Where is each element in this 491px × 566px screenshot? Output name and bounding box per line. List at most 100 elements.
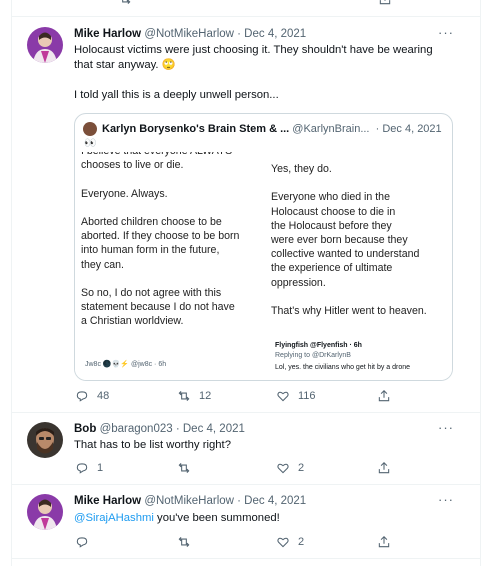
screenshot-text-line: they can. — [81, 258, 124, 271]
quoted-date[interactable]: · Dec 4, 2021 — [376, 123, 442, 135]
quoted-handle[interactable]: @KarlynBrain... — [292, 123, 369, 135]
reply-count: 48 — [97, 390, 110, 402]
screenshot-text-line: Aborted children choose to be — [81, 216, 222, 229]
share-button[interactable] — [377, 535, 391, 549]
share-icon — [378, 390, 390, 402]
reply-icon — [76, 463, 88, 474]
tweet-header: Mike Harlow @NotMikeHarlow · Dec 4, 2021 — [74, 28, 306, 40]
retweet-count: 12 — [199, 390, 212, 402]
user-handle[interactable]: @baragon023 — [100, 423, 173, 435]
screenshot-text-line: That's why Hitler went to heaven. — [271, 305, 427, 318]
reply-icon — [76, 537, 88, 548]
screenshot-text-line: Everyone who died in the — [271, 191, 390, 204]
user-handle[interactable]: @NotMikeHarlow — [144, 28, 234, 40]
mini-left-user: Jw8c 🌑💀⚡ @jw8c · 6h — [85, 361, 167, 368]
retweet-icon — [178, 536, 190, 548]
like-icon — [277, 391, 289, 402]
screenshot-text-line: Holocaust choose to die in — [271, 205, 396, 218]
divider — [11, 484, 481, 485]
screenshot-right-column: Yes, they do. Everyone who died in the Ho… — [271, 162, 447, 318]
mention-link[interactable]: @SirajAHashmi — [74, 512, 154, 524]
screenshot-text-line: the Holocaust before they — [271, 219, 392, 232]
reply-button[interactable]: 48 — [75, 389, 109, 403]
tweet-text-line: Holocaust victims were just choosing it.… — [74, 44, 433, 56]
screenshot-text-line: Everyone. Always. — [81, 187, 168, 200]
tweet-text-line: I told yall this is a deeply unwell pers… — [74, 89, 279, 101]
quoted-image[interactable]: I believe that everyone ALWAYSchooses to… — [75, 152, 452, 380]
retweet-button[interactable]: 12 — [177, 389, 211, 403]
timeline-border-right — [480, 0, 481, 566]
screenshot-text-line: statement because I do not have — [81, 301, 235, 314]
tweet-text-rest: you've been summoned! — [153, 512, 280, 524]
divider — [11, 16, 481, 17]
mini-right-reply: Replying to @DrKarlynB — [275, 352, 351, 359]
share-button[interactable] — [377, 389, 391, 403]
like-count: 116 — [298, 390, 316, 402]
display-name[interactable]: Mike Harlow — [74, 495, 141, 507]
mini-right-text: Lol, yes. the civilians who get hit by a… — [275, 364, 411, 371]
reply-button[interactable]: 1 — [75, 461, 103, 475]
screenshot-text-line — [271, 176, 447, 190]
screenshot-text-line: So no, I do not agree with this — [81, 287, 222, 300]
quoted-header: Karlyn Borysenko's Brain Stem & ... @Kar… — [102, 123, 442, 135]
screenshot-text-line — [271, 290, 447, 304]
retweet-icon[interactable] — [118, 0, 132, 6]
tweet-text-line: that star anyway. 🙄 — [74, 59, 176, 71]
timeline-border-left — [11, 0, 12, 566]
like-count: 2 — [298, 462, 305, 474]
screenshot-text-line: oppression. — [271, 276, 326, 289]
share-icon — [378, 462, 390, 474]
avatar[interactable] — [27, 27, 63, 63]
screenshot-text-line: collective wanted to understand — [271, 248, 420, 261]
share-button[interactable] — [377, 461, 391, 475]
screenshot-text-line — [81, 172, 267, 186]
user-handle[interactable]: @NotMikeHarlow — [144, 495, 234, 507]
previous-tweet-actions — [0, 0, 491, 8]
divider — [11, 412, 481, 413]
avatar[interactable] — [27, 422, 63, 458]
tweet-text: @SirajAHashmi you've been summoned! — [74, 511, 280, 526]
screenshot-text-line: chooses to live or die. — [81, 159, 184, 172]
screenshot-text-line: were ever born because they — [271, 234, 408, 247]
screenshot-left-column: I believe that everyone ALWAYSchooses to… — [81, 152, 267, 329]
more-icon[interactable]: ··· — [438, 420, 454, 435]
tweet-date[interactable]: · Dec 4, 2021 — [176, 423, 245, 435]
like-button[interactable]: 2 — [276, 461, 304, 475]
screenshot-text-line: Yes, they do. — [271, 163, 332, 175]
share-icon — [378, 536, 390, 548]
screenshot-text-line: a Christian worldview. — [81, 315, 184, 328]
tweet-text: That has to be list worthy right? — [74, 439, 231, 451]
divider — [11, 558, 481, 559]
avatar[interactable] — [27, 494, 63, 530]
reply-icon — [76, 391, 88, 402]
quoted-display-name[interactable]: Karlyn Borysenko's Brain Stem & ... — [102, 123, 289, 135]
display-name[interactable]: Mike Harlow — [74, 28, 141, 40]
display-name[interactable]: Bob — [74, 423, 96, 435]
screenshot-text-line: the experience of ultimate — [271, 262, 393, 275]
retweet-icon — [178, 462, 190, 474]
screenshot-text-line: into human form in the future, — [81, 244, 220, 257]
retweet-button[interactable] — [177, 535, 191, 549]
like-button[interactable]: 116 — [276, 389, 316, 403]
more-icon[interactable]: ··· — [438, 25, 454, 40]
screenshot-text-line — [81, 272, 267, 286]
tweet-date[interactable]: · Dec 4, 2021 — [237, 28, 306, 40]
tweet-header: Bob @baragon023 · Dec 4, 2021 — [74, 423, 245, 435]
like-button[interactable]: 2 — [276, 535, 304, 549]
screenshot-text-line: aborted. If they choose to be born — [81, 230, 240, 243]
retweet-button[interactable] — [177, 461, 191, 475]
tweet-text: Holocaust victims were just choosing it.… — [74, 43, 464, 103]
like-count: 2 — [298, 536, 305, 548]
tweet-date[interactable]: · Dec 4, 2021 — [237, 495, 306, 507]
reply-count: 1 — [97, 462, 104, 474]
quoted-avatar[interactable] — [83, 122, 97, 136]
like-icon — [277, 463, 289, 474]
quoted-tweet[interactable]: Karlyn Borysenko's Brain Stem & ... @Kar… — [74, 113, 453, 381]
tweet-header: Mike Harlow @NotMikeHarlow · Dec 4, 2021 — [74, 495, 306, 507]
screenshot-text-line — [81, 201, 267, 215]
reply-button[interactable] — [75, 535, 89, 549]
share-icon[interactable] — [378, 0, 392, 6]
more-icon[interactable]: ··· — [438, 492, 454, 507]
retweet-icon — [178, 390, 190, 402]
like-icon — [277, 537, 289, 548]
